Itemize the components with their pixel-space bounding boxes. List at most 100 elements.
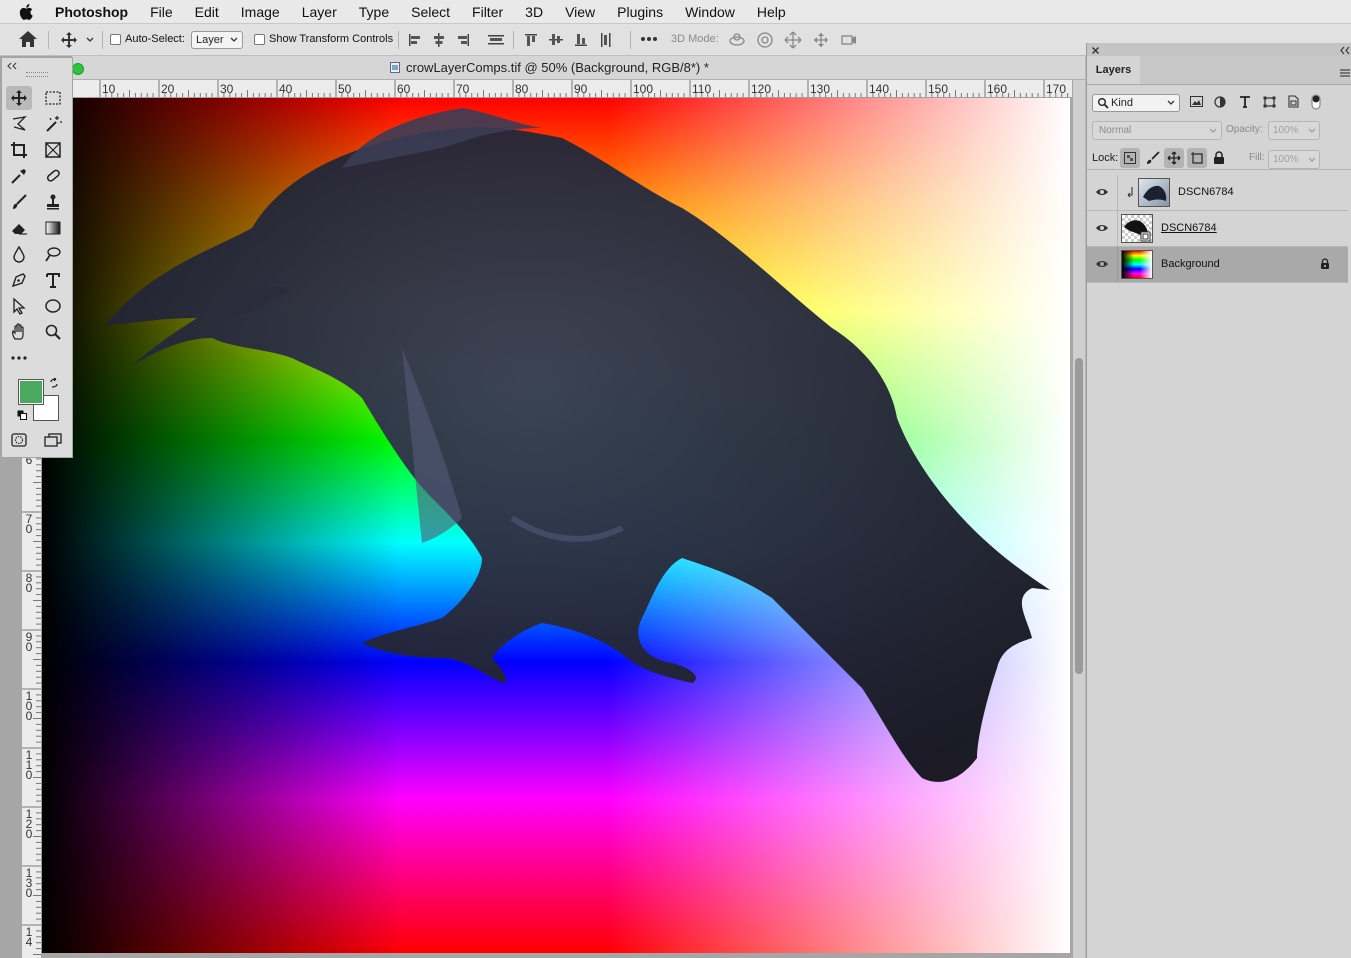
foreground-color-swatch[interactable]	[18, 379, 44, 405]
healing-brush-tool-icon[interactable]	[40, 164, 66, 188]
ruler-label: 20	[161, 82, 175, 96]
fill-field[interactable]: 100%	[1268, 150, 1320, 169]
document-file-icon	[390, 62, 400, 76]
screen-mode-icon[interactable]	[40, 428, 66, 452]
menu-bar: Photoshop File Edit Image Layer Type Sel…	[0, 0, 1351, 24]
menu-filter[interactable]: Filter	[461, 4, 514, 20]
move-tool-icon[interactable]	[6, 86, 32, 110]
3d-scale-icon[interactable]	[840, 31, 858, 49]
filter-smart-object-icon[interactable]	[1287, 95, 1299, 111]
align-bottom-icon[interactable]	[573, 32, 589, 48]
layer-thumbnail	[1121, 250, 1153, 279]
filter-pixel-icon[interactable]	[1190, 96, 1203, 111]
opacity-field[interactable]: 100%	[1268, 121, 1320, 140]
menu-3d[interactable]: 3D	[514, 4, 554, 20]
home-icon[interactable]	[18, 30, 38, 48]
menu-app-photoshop[interactable]: Photoshop	[53, 4, 139, 20]
filter-adjustment-icon[interactable]	[1214, 96, 1226, 111]
frame-tool-icon[interactable]	[40, 138, 66, 162]
crop-tool-icon[interactable]	[6, 138, 32, 162]
distribute-horizontal-icon[interactable]	[598, 32, 614, 48]
ruler-label: 14	[25, 925, 33, 949]
menu-plugins[interactable]: Plugins	[606, 4, 674, 20]
lock-all-icon[interactable]	[1213, 151, 1225, 168]
filter-shape-icon[interactable]	[1263, 96, 1276, 111]
dodge-tool-icon[interactable]	[40, 242, 66, 266]
menu-layer[interactable]: Layer	[291, 4, 348, 20]
menu-select[interactable]: Select	[400, 4, 461, 20]
align-right-icon[interactable]	[455, 32, 471, 48]
ruler-label: 150	[928, 82, 949, 96]
zoom-tool-icon[interactable]	[40, 320, 66, 344]
menu-edit[interactable]: Edit	[184, 4, 230, 20]
ellipse-tool-icon[interactable]	[40, 294, 66, 318]
layer-row-selected[interactable]: Background	[1087, 247, 1348, 283]
show-transform-checkbox[interactable]	[254, 33, 265, 45]
3d-roll-icon[interactable]	[756, 31, 774, 49]
vertical-scrollbar[interactable]	[1073, 80, 1085, 958]
align-hcenter-icon[interactable]	[431, 32, 447, 48]
align-top-icon[interactable]	[523, 32, 539, 48]
edit-toolbar-icon[interactable]	[6, 346, 32, 370]
blend-mode-dropdown[interactable]: Normal	[1092, 121, 1222, 140]
path-selection-tool-icon[interactable]	[6, 294, 32, 318]
ruler-label: 120	[25, 807, 33, 841]
type-tool-icon[interactable]	[40, 268, 66, 292]
menu-image[interactable]: Image	[230, 4, 291, 20]
collapse-toolbox-icon[interactable]	[6, 59, 18, 73]
move-tool-preset-icon[interactable]	[60, 31, 96, 49]
marquee-tool-icon[interactable]	[40, 86, 66, 110]
ruler-label: 80	[25, 571, 33, 595]
more-options-icon[interactable]	[640, 33, 658, 45]
auto-select-checkbox[interactable]	[110, 33, 121, 45]
3d-orbit-icon[interactable]	[728, 31, 746, 49]
menu-help[interactable]: Help	[746, 4, 797, 20]
horizontal-ruler[interactable]: 10 20 30 40 50 60 70 80 90 100 110 120 1…	[72, 80, 1072, 98]
lasso-tool-icon[interactable]	[6, 112, 32, 136]
lock-position-icon[interactable]	[1164, 148, 1184, 168]
hand-tool-icon[interactable]	[6, 320, 32, 344]
document-tab[interactable]: crowLayerComps.tif @ 50% (Background, RG…	[72, 56, 1085, 80]
layer-lock-icon	[1320, 258, 1330, 273]
3d-slide-icon[interactable]	[812, 31, 830, 49]
gradient-tool-icon[interactable]	[40, 216, 66, 240]
lock-transparent-pixels-icon[interactable]	[1120, 148, 1140, 168]
menu-type[interactable]: Type	[348, 4, 400, 20]
menu-file[interactable]: File	[139, 4, 184, 20]
swap-colors-icon[interactable]	[49, 377, 59, 391]
visibility-eye-icon[interactable]	[1095, 221, 1109, 238]
brush-tool-icon[interactable]	[6, 190, 32, 214]
lock-image-pixels-icon[interactable]	[1146, 151, 1160, 168]
filter-kind-dropdown[interactable]: Kind	[1092, 94, 1180, 112]
menu-view[interactable]: View	[554, 4, 606, 20]
visibility-eye-icon[interactable]	[1095, 257, 1109, 274]
image-canvas[interactable]	[42, 98, 1070, 953]
menu-window[interactable]: Window	[674, 4, 746, 20]
scrollbar-thumb[interactable]	[1075, 358, 1083, 674]
default-colors-icon[interactable]	[17, 409, 27, 423]
tab-layers[interactable]: Layers	[1087, 56, 1140, 84]
3d-pan-icon[interactable]	[784, 31, 802, 49]
filter-type-icon[interactable]	[1239, 95, 1251, 111]
blur-tool-icon[interactable]	[6, 242, 32, 266]
filter-toggle-icon[interactable]	[1311, 94, 1321, 113]
align-vcenter-icon[interactable]	[548, 32, 564, 48]
eyedropper-tool-icon[interactable]	[6, 164, 32, 188]
lock-artboard-icon[interactable]	[1187, 148, 1207, 168]
distribute-vertical-icon[interactable]	[487, 32, 505, 48]
window-zoom-dot[interactable]	[72, 63, 84, 75]
eraser-tool-icon[interactable]	[6, 216, 32, 240]
align-left-icon[interactable]	[407, 32, 423, 48]
panel-header	[1087, 43, 1351, 56]
layer-row[interactable]: DSCN6784	[1087, 175, 1348, 211]
pen-tool-icon[interactable]	[6, 268, 32, 292]
magic-wand-tool-icon[interactable]	[40, 112, 66, 136]
visibility-eye-icon[interactable]	[1095, 185, 1109, 202]
toolbox-grip[interactable]	[26, 72, 48, 77]
quick-mask-icon[interactable]	[6, 428, 32, 452]
panel-menu-icon[interactable]	[1340, 66, 1350, 80]
apple-icon[interactable]	[19, 3, 39, 20]
auto-select-dropdown[interactable]: Layer	[191, 31, 243, 49]
stamp-tool-icon[interactable]	[40, 190, 66, 214]
layer-row[interactable]: DSCN6784	[1087, 211, 1348, 247]
